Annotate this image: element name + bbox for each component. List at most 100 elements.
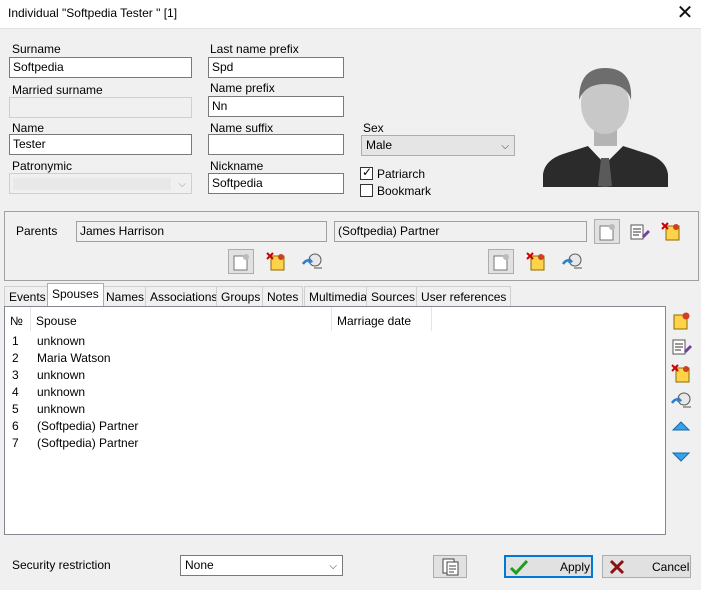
table-row[interactable]: 2 Maria Watson <box>5 350 665 367</box>
delete-mother-button[interactable] <box>523 249 549 274</box>
security-restriction-select[interactable]: None ⌵ <box>180 555 343 576</box>
delete-spouse-button[interactable] <box>668 361 694 386</box>
move-down-button[interactable] <box>668 442 694 467</box>
edit-spouse-button[interactable] <box>668 334 694 359</box>
tab-groups[interactable]: Groups <box>216 286 266 306</box>
copy-button[interactable] <box>433 555 467 578</box>
bookmark-checkbox[interactable] <box>360 184 373 197</box>
tab-user-references[interactable]: User references <box>416 286 512 306</box>
row-spouse: (Softpedia) Partner <box>37 419 139 433</box>
edit-parents-button[interactable] <box>626 219 652 244</box>
select-father-button[interactable] <box>299 249 325 274</box>
apply-button[interactable]: Apply <box>504 555 593 578</box>
select-record-icon <box>301 253 322 269</box>
column-header-marriage-date[interactable]: Marriage date <box>332 307 432 331</box>
nickname-input[interactable]: Softpedia <box>208 173 344 194</box>
row-spouse: unknown <box>37 402 86 416</box>
tab-multimedia[interactable]: Multimedia <box>304 286 373 306</box>
cross-icon <box>609 559 625 575</box>
nickname-label: Nickname <box>210 159 264 173</box>
add-parents-button[interactable] <box>594 219 620 244</box>
table-row[interactable]: 5 unknown <box>5 401 665 418</box>
name-label: Name <box>12 121 45 135</box>
name-input[interactable]: Tester <box>9 134 192 155</box>
chevron-down-icon: ⌵ <box>329 561 337 572</box>
name-suffix-label: Name suffix <box>210 121 274 135</box>
move-up-button[interactable] <box>668 415 694 440</box>
delete-father-button[interactable] <box>263 249 289 274</box>
table-row[interactable]: 7 (Softpedia) Partner <box>5 435 665 452</box>
married-surname-label: Married surname <box>12 83 103 97</box>
security-restriction-label: Security restriction <box>12 558 111 572</box>
name-prefix-input[interactable]: Nn <box>208 96 344 117</box>
table-row[interactable]: 4 unknown <box>5 384 665 401</box>
bookmark-label: Bookmark <box>377 184 432 198</box>
row-spouse: Maria Watson <box>37 351 111 365</box>
column-header-spouse[interactable]: Spouse <box>31 307 332 331</box>
chevron-down-icon: ⌵ <box>178 179 186 190</box>
row-spouse: unknown <box>37 334 86 348</box>
table-row[interactable]: 3 unknown <box>5 367 665 384</box>
surname-input[interactable]: Softpedia <box>9 57 192 78</box>
name-prefix-label: Name prefix <box>210 81 275 95</box>
last-name-prefix-label: Last name prefix <box>210 42 299 56</box>
delete-record-icon <box>526 252 545 271</box>
tab-names[interactable]: Names <box>101 286 150 306</box>
sex-label: Sex <box>363 121 384 135</box>
check-icon <box>509 559 529 576</box>
select-spouse-button[interactable] <box>668 388 694 413</box>
delete-record-icon <box>671 364 690 383</box>
avatar-placeholder-icon[interactable] <box>543 62 668 187</box>
title-bar: Individual "Softpedia Tester " [1] ✕ <box>0 0 701 29</box>
tab-events[interactable]: Events <box>4 286 51 306</box>
delete-record-icon <box>266 252 285 271</box>
delete-parents-button[interactable] <box>658 219 684 244</box>
row-number: 1 <box>12 334 19 348</box>
row-number: 6 <box>12 419 19 433</box>
add-mother-button[interactable] <box>488 249 514 274</box>
cancel-label: Cancel <box>652 560 690 574</box>
table-row[interactable]: 6 (Softpedia) Partner <box>5 418 665 435</box>
close-icon[interactable]: ✕ <box>672 2 698 26</box>
tab-sources[interactable]: Sources <box>366 286 421 306</box>
window-title: Individual "Softpedia Tester " [1] <box>8 6 178 20</box>
add-record-icon <box>493 254 509 271</box>
spouses-list[interactable]: № Spouse Marriage date 1 unknown 2 Maria… <box>4 306 666 535</box>
name-suffix-input[interactable] <box>208 134 344 155</box>
add-record-icon <box>233 254 249 271</box>
tab-notes[interactable]: Notes <box>262 286 304 306</box>
add-spouse-button[interactable] <box>668 308 694 333</box>
row-number: 7 <box>12 436 19 450</box>
parents-label: Parents <box>16 224 58 238</box>
patriarch-checkbox[interactable] <box>360 165 373 180</box>
patronymic-select: ⌵ <box>9 173 192 194</box>
tab-spouses[interactable]: Spouses <box>47 283 104 306</box>
copy-icon <box>442 558 459 576</box>
row-spouse: (Softpedia) Partner <box>37 436 139 450</box>
table-row[interactable]: 1 unknown <box>5 333 665 350</box>
select-record-icon <box>670 392 691 408</box>
add-record-icon <box>599 224 615 241</box>
mother-field[interactable]: (Softpedia) Partner <box>334 221 587 242</box>
sex-value: Male <box>366 138 393 152</box>
row-number: 2 <box>12 351 19 365</box>
patriarch-label: Patriarch <box>377 167 426 181</box>
father-field[interactable]: James Harrison <box>76 221 327 242</box>
select-mother-button[interactable] <box>559 249 585 274</box>
tab-associations[interactable]: Associations <box>145 286 223 306</box>
apply-label: Apply <box>560 560 591 574</box>
surname-label: Surname <box>12 42 61 56</box>
patronymic-label: Patronymic <box>12 159 73 173</box>
married-surname-input <box>9 97 192 118</box>
cancel-button[interactable]: Cancel <box>602 555 691 578</box>
column-header-number[interactable]: № <box>5 307 31 331</box>
move-up-icon <box>671 421 691 431</box>
chevron-down-icon: ⌵ <box>501 141 509 152</box>
row-number: 3 <box>12 368 19 382</box>
edit-record-icon <box>630 224 650 240</box>
add-father-button[interactable] <box>228 249 254 274</box>
edit-record-icon <box>672 339 692 355</box>
sex-select[interactable]: Male ⌵ <box>361 135 515 156</box>
last-name-prefix-input[interactable]: Spd <box>208 57 344 78</box>
move-down-icon <box>671 452 691 462</box>
